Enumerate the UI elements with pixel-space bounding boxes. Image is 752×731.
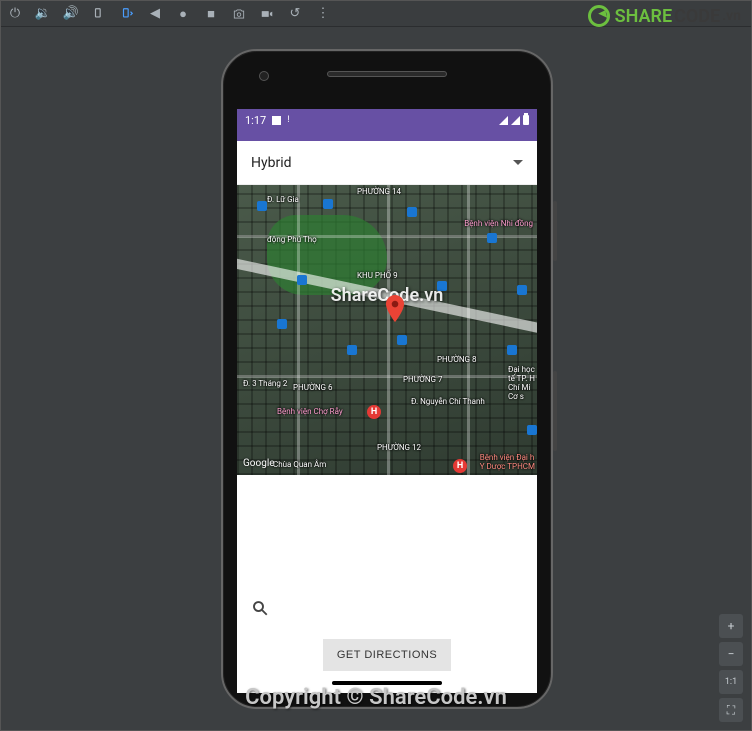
bus-stop-icon (257, 201, 267, 211)
spinner-label: Hybrid (251, 155, 292, 171)
emulator-side-controls: + − 1:1 ⛶ (719, 614, 743, 722)
map-view[interactable]: PHƯỜNG 14 Đ. Lữ Gia Bệnh viện Nhi đồng đ… (237, 185, 537, 475)
signal-icon (511, 116, 520, 125)
home-icon[interactable]: ● (175, 6, 191, 22)
back-icon[interactable]: ◀ (147, 6, 163, 22)
bus-stop-icon (507, 345, 517, 355)
bus-stop-icon (297, 275, 307, 285)
logo-code: CODE (674, 6, 720, 27)
label-nct: Đ. Nguyễn Chí Thanh (411, 397, 485, 406)
get-directions-button[interactable]: GET DIRECTIONS (323, 639, 451, 671)
wifi-icon (499, 116, 508, 125)
statusbar-notif-icon (272, 116, 281, 125)
logo-share: SHARE (615, 6, 673, 27)
bus-stop-icon (277, 319, 287, 329)
hospital-icon: H (453, 459, 467, 473)
statusbar-debug-icon: ! (287, 115, 289, 125)
label-chua: Chùa Quan Âm (273, 460, 326, 469)
device-frame: 1:17 ! Hybrid (221, 49, 553, 709)
bus-stop-icon (347, 345, 357, 355)
label-phuong8: PHƯỜNG 8 (437, 355, 476, 364)
label-phuong14: PHƯỜNG 14 (357, 187, 401, 196)
label-phuong6: PHƯỜNG 6 (293, 383, 332, 392)
overview-icon[interactable]: ■ (203, 6, 219, 22)
battery-icon (523, 115, 529, 125)
map-marker-icon[interactable] (385, 295, 405, 315)
chevron-down-icon (513, 160, 523, 165)
bus-stop-icon (407, 207, 417, 217)
search-icon[interactable] (237, 589, 537, 631)
label-bvdh: Bệnh viện Đại h Y Dược TPHCM (480, 453, 535, 471)
zoom-out-button[interactable]: − (719, 642, 743, 666)
label-choray: Bệnh viện Chợ Rẫy (277, 407, 343, 416)
device-screen: 1:17 ! Hybrid (237, 109, 537, 693)
zoom-ratio-button[interactable]: 1:1 (719, 670, 743, 694)
power-icon[interactable]: ⏻ (7, 6, 23, 22)
record-icon[interactable] (259, 6, 275, 22)
logo-icon (588, 5, 610, 27)
label-khupho9: KHU PHỐ 9 (357, 271, 398, 280)
zoom-in-button[interactable]: + (719, 614, 743, 638)
camera-dot (259, 71, 269, 81)
nav-bar (237, 681, 537, 693)
logo-vn: .vn (722, 8, 741, 24)
screenshot-icon[interactable] (231, 6, 247, 22)
speaker-bar (327, 71, 447, 77)
label-3thang2: Đ. 3 Tháng 2 (243, 379, 287, 388)
statusbar: 1:17 ! (237, 109, 537, 131)
volume-up-icon[interactable]: 🔊 (63, 6, 79, 22)
label-phutho: động Phú Thọ (267, 235, 317, 244)
statusbar-time: 1:17 (245, 114, 266, 127)
bottom-panel: GET DIRECTIONS (237, 475, 537, 693)
bus-stop-icon (437, 281, 447, 291)
appbar (237, 131, 537, 141)
volume-down-icon[interactable]: 🔉 (35, 6, 51, 22)
bus-stop-icon (487, 233, 497, 243)
rotate-left-icon[interactable] (91, 6, 107, 22)
bus-stop-icon (527, 425, 537, 435)
sharecode-logo: SHARE CODE .vn (588, 5, 741, 27)
bus-stop-icon (323, 199, 333, 209)
google-logo: Google (243, 458, 275, 469)
label-phuong7: PHƯỜNG 7 (403, 375, 442, 384)
map-type-spinner[interactable]: Hybrid (237, 141, 537, 185)
zoom-fit-button[interactable]: ⛶ (719, 698, 743, 722)
label-nhidong: Bệnh viện Nhi đồng (464, 219, 533, 228)
restart-icon[interactable]: ↺ (287, 6, 303, 22)
bus-stop-icon (397, 335, 407, 345)
more-icon[interactable]: ⋮ (315, 6, 331, 22)
hospital-icon: H (367, 405, 381, 419)
bus-stop-icon (517, 285, 527, 295)
nav-pill[interactable] (332, 681, 442, 685)
label-phuong12: PHƯỜNG 12 (377, 443, 421, 452)
rotate-right-icon[interactable] (119, 6, 135, 22)
label-daihoc: Đại học tế TP. H Chí Mi Cơ s (508, 365, 535, 401)
label-lugia: Đ. Lữ Gia (267, 195, 299, 204)
